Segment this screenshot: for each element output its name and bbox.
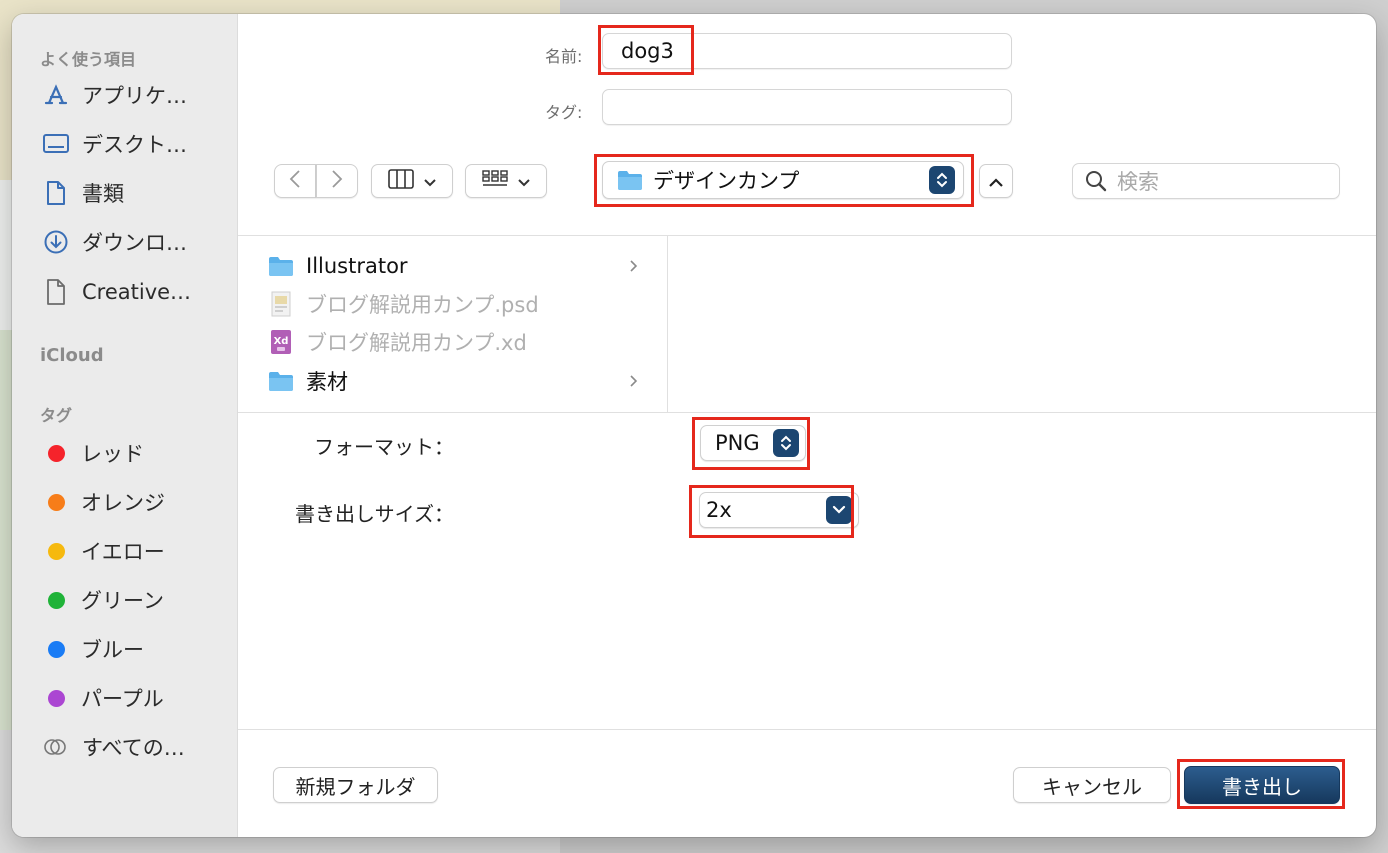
tag-field[interactable] bbox=[602, 89, 1012, 125]
size-value: 2x bbox=[706, 498, 732, 522]
file-row-psd[interactable]: ブログ解説用カンプ.psd bbox=[268, 286, 638, 322]
sidebar-tag-blue[interactable]: ブルー bbox=[42, 631, 144, 667]
size-label: 書き出しサイズ： bbox=[295, 502, 454, 526]
format-value: PNG bbox=[715, 431, 760, 455]
chevron-up-icon bbox=[989, 172, 1003, 191]
export-dialog: よく使う項目 アプリケ… デスクト… 書類 ダウンロ… Creative… iC… bbox=[12, 14, 1376, 837]
sidebar-item-label: オレンジ bbox=[81, 491, 165, 515]
sidebar-item-label: ブルー bbox=[81, 638, 144, 662]
sidebar-item-label: グリーン bbox=[81, 589, 164, 613]
chevron-down-icon bbox=[518, 172, 530, 191]
green-tag-dot-icon bbox=[48, 591, 65, 609]
location-value: デザインカンプ bbox=[653, 169, 800, 193]
size-popup[interactable]: 2x bbox=[699, 492, 859, 528]
document-icon bbox=[42, 179, 70, 207]
sidebar-item-label: イエロー bbox=[81, 540, 165, 564]
sidebar-item-applications[interactable]: アプリケ… bbox=[42, 77, 187, 113]
sidebar-tag-green[interactable]: グリーン bbox=[42, 582, 164, 618]
chevron-down-icon bbox=[826, 496, 852, 524]
divider bbox=[238, 729, 1376, 730]
chevron-down-icon bbox=[424, 172, 436, 191]
sidebar-item-label: Creative… bbox=[82, 280, 192, 304]
sidebar-tag-yellow[interactable]: イエロー bbox=[42, 533, 165, 569]
xd-file-icon: Xd bbox=[268, 328, 294, 356]
download-icon bbox=[42, 228, 70, 256]
sidebar-item-label: 書類 bbox=[82, 182, 124, 206]
location-popup[interactable]: デザインカンプ bbox=[602, 161, 964, 199]
expand-collapse-button[interactable] bbox=[979, 164, 1013, 198]
sidebar-item-label: レッド bbox=[81, 442, 144, 466]
yellow-tag-dot-icon bbox=[48, 542, 65, 560]
main-panel: 名前: dog3 タグ: デザインカンプ 検索 Illustrator ブログ解… bbox=[238, 14, 1376, 837]
sidebar-item-desktop[interactable]: デスクト… bbox=[42, 126, 187, 162]
grid-icon bbox=[482, 169, 508, 193]
sidebar: よく使う項目 アプリケ… デスクト… 書類 ダウンロ… Creative… iC… bbox=[12, 14, 238, 837]
file-name: 素材 bbox=[306, 370, 348, 394]
folder-icon bbox=[268, 255, 294, 277]
svg-text:Xd: Xd bbox=[274, 336, 289, 347]
file-name: Illustrator bbox=[306, 254, 408, 278]
file-row-sozai[interactable]: 素材 bbox=[268, 363, 638, 399]
applications-icon bbox=[42, 81, 70, 109]
sidebar-item-label: アプリケ… bbox=[82, 84, 187, 108]
sidebar-item-creative[interactable]: Creative… bbox=[42, 274, 191, 310]
cancel-button[interactable]: キャンセル bbox=[1013, 767, 1171, 803]
divider bbox=[238, 412, 1376, 413]
sidebar-tag-purple[interactable]: パープル bbox=[42, 680, 164, 716]
format-popup[interactable]: PNG bbox=[700, 425, 806, 461]
chevron-right-icon bbox=[630, 363, 638, 399]
chevron-left-icon bbox=[289, 169, 301, 193]
search-icon bbox=[1085, 170, 1107, 192]
purple-tag-dot-icon bbox=[48, 689, 65, 707]
tags-header: タグ bbox=[40, 406, 73, 425]
desktop-icon bbox=[42, 130, 70, 158]
name-label: 名前: bbox=[545, 47, 583, 66]
psd-file-icon bbox=[268, 290, 294, 318]
folder-icon bbox=[617, 169, 643, 191]
sidebar-item-label: パープル bbox=[81, 687, 164, 711]
chevron-right-icon bbox=[331, 169, 343, 193]
sidebar-item-label: すべての… bbox=[82, 736, 185, 760]
sidebar-item-downloads[interactable]: ダウンロ… bbox=[42, 224, 187, 260]
forward-button[interactable] bbox=[316, 164, 358, 198]
file-row-xd[interactable]: Xd ブログ解説用カンプ.xd bbox=[268, 324, 638, 360]
new-folder-button[interactable]: 新規フォルダ bbox=[273, 767, 438, 803]
favorites-header: よく使う項目 bbox=[40, 50, 137, 69]
tag-label: タグ: bbox=[545, 103, 583, 122]
name-field[interactable]: dog3 bbox=[602, 33, 1012, 69]
document-icon bbox=[42, 278, 70, 306]
folder-icon bbox=[268, 370, 294, 392]
search-placeholder: 検索 bbox=[1117, 170, 1159, 194]
columns-view-icon bbox=[388, 169, 414, 193]
sidebar-tag-all[interactable]: すべての… bbox=[42, 729, 185, 765]
chevron-right-icon bbox=[630, 248, 638, 284]
group-mode-button[interactable] bbox=[465, 164, 547, 198]
file-column: Illustrator ブログ解説用カンプ.psd Xd ブログ解説用カンプ.x… bbox=[238, 236, 668, 412]
name-field-value: dog3 bbox=[621, 39, 674, 63]
search-field[interactable]: 検索 bbox=[1072, 163, 1340, 199]
blue-tag-dot-icon bbox=[48, 640, 65, 658]
sidebar-tag-red[interactable]: レッド bbox=[42, 435, 144, 471]
updown-stepper-icon bbox=[929, 166, 955, 194]
sidebar-item-documents[interactable]: 書類 bbox=[42, 175, 124, 211]
sidebar-tag-orange[interactable]: オレンジ bbox=[42, 484, 165, 520]
format-label: フォーマット： bbox=[314, 435, 454, 459]
export-button[interactable]: 書き出し bbox=[1184, 766, 1340, 804]
all-tags-icon bbox=[42, 733, 70, 761]
orange-tag-dot-icon bbox=[48, 493, 65, 511]
icloud-header: iCloud bbox=[40, 345, 104, 366]
red-tag-dot-icon bbox=[48, 444, 65, 462]
file-name: ブログ解説用カンプ.xd bbox=[306, 331, 527, 355]
view-mode-button[interactable] bbox=[371, 164, 453, 198]
back-button[interactable] bbox=[274, 164, 316, 198]
sidebar-item-label: ダウンロ… bbox=[82, 231, 187, 255]
updown-stepper-icon bbox=[773, 429, 799, 457]
sidebar-item-label: デスクト… bbox=[82, 133, 187, 157]
file-row-illustrator[interactable]: Illustrator bbox=[268, 248, 638, 284]
file-name: ブログ解説用カンプ.psd bbox=[306, 293, 539, 317]
